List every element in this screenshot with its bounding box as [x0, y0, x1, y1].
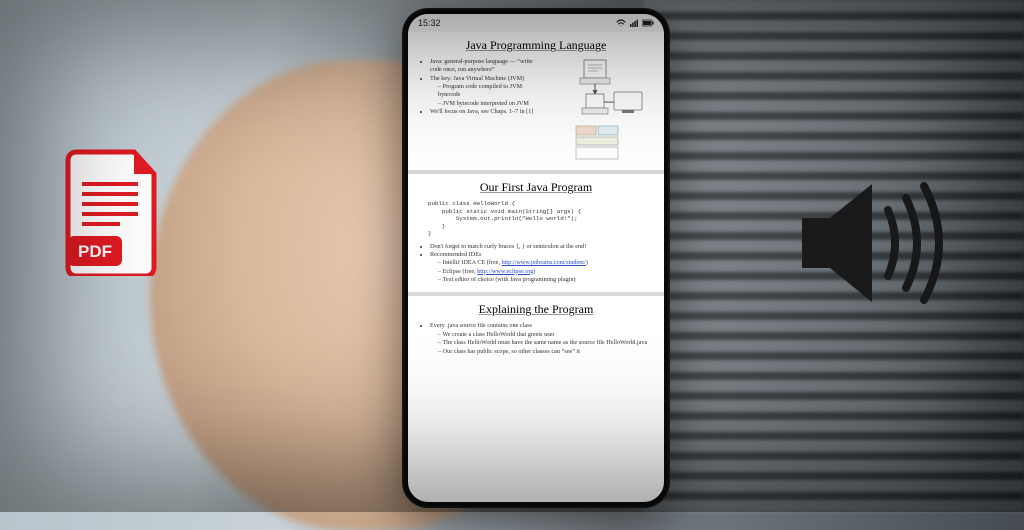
- sub-bullet: Program code compiled to JVM bytecode: [438, 83, 544, 100]
- slide-1-title: Java Programming Language: [420, 38, 652, 53]
- pdf-icon: PDF: [60, 148, 170, 281]
- sub-bullet: Eclipse (free, http://www.eclipse.org): [438, 268, 652, 276]
- bullet: Java: general-purpose language — “write …: [430, 58, 544, 75]
- signal-icon: [630, 19, 638, 27]
- sub-bullet: Our class has public scope, so other cla…: [438, 348, 652, 356]
- slide-2-title: Our First Java Program: [420, 180, 652, 195]
- slide-1: Java Programming Language Java: general-…: [408, 32, 664, 174]
- bullet: Recommended IDEs: [430, 251, 481, 258]
- bullet: The key: Java Virtual Machine (JVM): [430, 75, 524, 82]
- wifi-icon: [616, 19, 626, 27]
- bullet: Every .java source file contains one cla…: [430, 322, 532, 329]
- speaker-sound-icon: [802, 178, 952, 313]
- slide-3: Explaining the Program Every .java sourc…: [408, 296, 664, 363]
- bullet: Don't forget to match curly braces {, } …: [430, 243, 652, 251]
- status-time: 15:32: [418, 18, 441, 28]
- link-eclipse[interactable]: http://www.eclipse.org: [477, 268, 533, 275]
- sub-bullet: IntelliJ IDEA CE (free, http://www.jetbr…: [438, 259, 652, 267]
- status-bar: 15:32: [408, 14, 664, 32]
- phone-screen[interactable]: 15:32 Java Programming Language Java: ge…: [408, 14, 664, 502]
- battery-icon: [642, 19, 654, 27]
- bullet: We'll focus on Java, see Chaps. 1–7 in […: [430, 108, 544, 116]
- code-block: public class HelloWorld { public static …: [428, 200, 652, 238]
- link-intellij[interactable]: http://www.jetbrains.com/student/: [502, 259, 586, 266]
- sub-bullet: JVM bytecode interpreted on JVM: [438, 100, 544, 108]
- sub-bullet: The class HelloWorld must have the same …: [438, 339, 652, 347]
- sub-bullet: We create a class HelloWorld that greets…: [438, 331, 652, 339]
- sub-bullet: Text editor of choice (with Java program…: [438, 276, 652, 284]
- smartphone-frame: 15:32 Java Programming Language Java: ge…: [402, 8, 670, 508]
- slide-3-title: Explaining the Program: [420, 302, 652, 317]
- slide-2: Our First Java Program public class Hell…: [408, 174, 664, 296]
- pdf-label: PDF: [78, 242, 112, 261]
- document-viewer[interactable]: Java Programming Language Java: general-…: [408, 32, 664, 502]
- jvm-diagram: [552, 58, 652, 162]
